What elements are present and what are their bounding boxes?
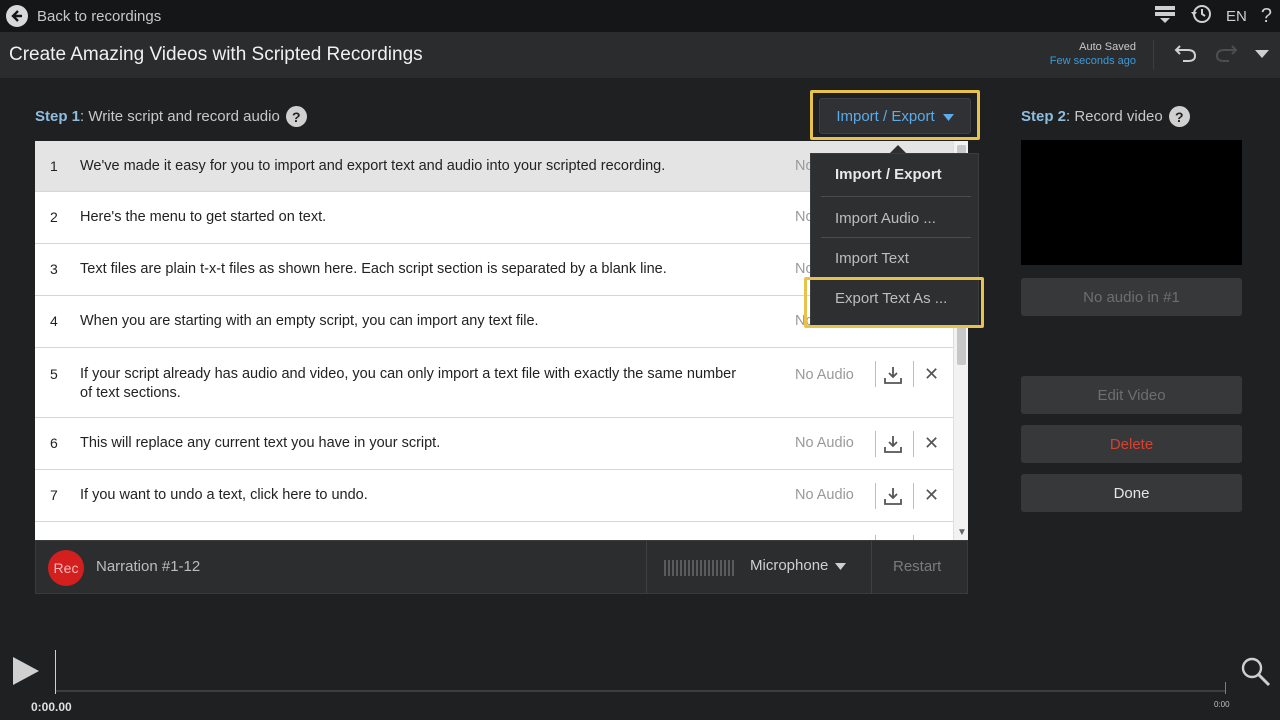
step1-prefix: Step 1 xyxy=(35,108,81,125)
microphone-dropdown[interactable]: Microphone xyxy=(750,557,847,574)
script-row[interactable] xyxy=(35,522,953,540)
close-icon[interactable]: ✕ xyxy=(924,433,939,454)
auto-save-status: Auto Saved Few seconds ago xyxy=(1050,40,1136,68)
recbar-divider xyxy=(871,541,872,594)
title-bar: Create Amazing Videos with Scripted Reco… xyxy=(0,32,1280,78)
step2-help-icon[interactable]: ? xyxy=(1168,106,1190,127)
step2-label: : Record video xyxy=(1066,108,1163,125)
export-text-highlight xyxy=(804,277,984,328)
action-separator xyxy=(913,361,914,387)
import-audio-item[interactable]: Import Audio ... xyxy=(835,210,936,227)
script-row[interactable]: 7 If you want to undo a text, click here… xyxy=(35,470,953,522)
close-icon[interactable]: ✕ xyxy=(924,485,939,506)
auto-saved-label: Auto Saved xyxy=(1079,41,1136,53)
step1-help-icon[interactable]: ? xyxy=(285,106,307,127)
microphone-label: Microphone xyxy=(750,557,829,574)
action-separator xyxy=(913,431,914,457)
action-separator xyxy=(875,431,876,457)
recbar-divider xyxy=(646,541,647,594)
row-number: 6 xyxy=(50,435,58,451)
edit-video-button[interactable]: Edit Video xyxy=(1021,376,1242,414)
row-number: 7 xyxy=(50,487,58,503)
action-separator xyxy=(875,483,876,509)
audio-level-meter xyxy=(664,560,734,576)
history-icon[interactable] xyxy=(1190,3,1212,30)
edit-tools xyxy=(1174,32,1270,78)
step1-header: Step 1: Write script and record audio ? xyxy=(35,106,307,127)
done-button[interactable]: Done xyxy=(1021,474,1242,512)
row-text[interactable]: Here's the menu to get started on text. xyxy=(80,208,760,227)
back-label: Back to recordings xyxy=(37,7,162,25)
back-to-recordings-link[interactable]: Back to recordings xyxy=(6,5,161,27)
back-arrow-icon xyxy=(6,5,28,27)
language-selector[interactable]: EN xyxy=(1226,8,1247,25)
record-button[interactable]: Rec xyxy=(48,550,84,586)
row-number: 3 xyxy=(50,261,58,277)
redo-icon[interactable] xyxy=(1214,42,1238,69)
top-right-tools: EN ? xyxy=(1154,0,1272,32)
delete-button[interactable]: Delete xyxy=(1021,425,1242,463)
transfer-icon[interactable] xyxy=(1154,4,1176,29)
step2-header: Step 2: Record video ? xyxy=(1021,106,1190,127)
step1-label: : Write script and record audio xyxy=(80,108,280,125)
script-row[interactable]: 6 This will replace any current text you… xyxy=(35,418,953,470)
menu-divider xyxy=(821,196,971,197)
action-separator xyxy=(875,361,876,387)
saved-time: Few seconds ago xyxy=(1049,55,1136,67)
restart-button[interactable]: Restart xyxy=(893,558,941,575)
timeline-track[interactable] xyxy=(55,690,1225,692)
row-text[interactable]: If you want to undo a text, click here t… xyxy=(80,486,760,505)
zoom-icon[interactable] xyxy=(1240,656,1272,688)
close-icon[interactable]: ✕ xyxy=(924,364,939,385)
playhead[interactable] xyxy=(55,650,56,694)
row-text[interactable]: This will replace any current text you h… xyxy=(80,434,760,453)
row-number: 5 xyxy=(50,366,58,382)
video-preview xyxy=(1021,140,1242,265)
chevron-down-icon[interactable] xyxy=(1254,46,1270,64)
help-icon[interactable]: ? xyxy=(1261,5,1272,28)
no-audio-button[interactable]: No audio in #1 xyxy=(1021,278,1242,316)
caret-down-icon xyxy=(942,108,954,125)
narration-label: Narration #1-12 xyxy=(96,558,201,575)
row-text[interactable]: When you are starting with an empty scri… xyxy=(80,312,760,331)
undo-icon[interactable] xyxy=(1174,42,1198,69)
import-export-label: Import / Export xyxy=(836,107,935,125)
play-icon[interactable] xyxy=(13,657,39,685)
row-text[interactable]: If your script already has audio and vid… xyxy=(80,365,740,403)
import-export-button[interactable]: Import / Export xyxy=(819,98,971,134)
row-number: 2 xyxy=(50,209,58,225)
record-bar: Rec Narration #1-12 Microphone Restart xyxy=(35,540,968,594)
action-separator xyxy=(913,483,914,509)
no-audio-label: No Audio xyxy=(795,435,854,451)
row-text[interactable]: We've made it easy for you to import and… xyxy=(80,157,760,176)
caret-down-icon xyxy=(835,557,847,574)
current-time: 0:00.00 xyxy=(31,700,72,714)
download-icon[interactable] xyxy=(883,434,903,454)
row-number: 1 xyxy=(50,158,58,174)
no-audio-label: No Audio xyxy=(795,367,854,383)
step2-prefix: Step 2 xyxy=(1021,108,1067,125)
timeline-end-marker xyxy=(1225,682,1226,694)
import-text-item[interactable]: Import Text xyxy=(835,250,909,267)
title-divider xyxy=(1153,40,1154,70)
script-row[interactable]: 5 If your script already has audio and v… xyxy=(35,348,953,418)
scroll-down-icon[interactable]: ▼ xyxy=(957,527,967,538)
top-bar: Back to recordings EN ? xyxy=(0,0,1280,32)
row-number: 4 xyxy=(50,313,58,329)
menu-title: Import / Export xyxy=(835,166,942,183)
download-icon[interactable] xyxy=(883,486,903,506)
no-audio-label: No Audio xyxy=(795,487,854,503)
menu-divider xyxy=(821,237,971,238)
download-icon[interactable] xyxy=(883,365,903,385)
page-title: Create Amazing Videos with Scripted Reco… xyxy=(9,44,423,65)
row-text[interactable]: Text files are plain t-x-t files as show… xyxy=(80,260,760,279)
end-time: 0:00 xyxy=(1214,700,1230,709)
